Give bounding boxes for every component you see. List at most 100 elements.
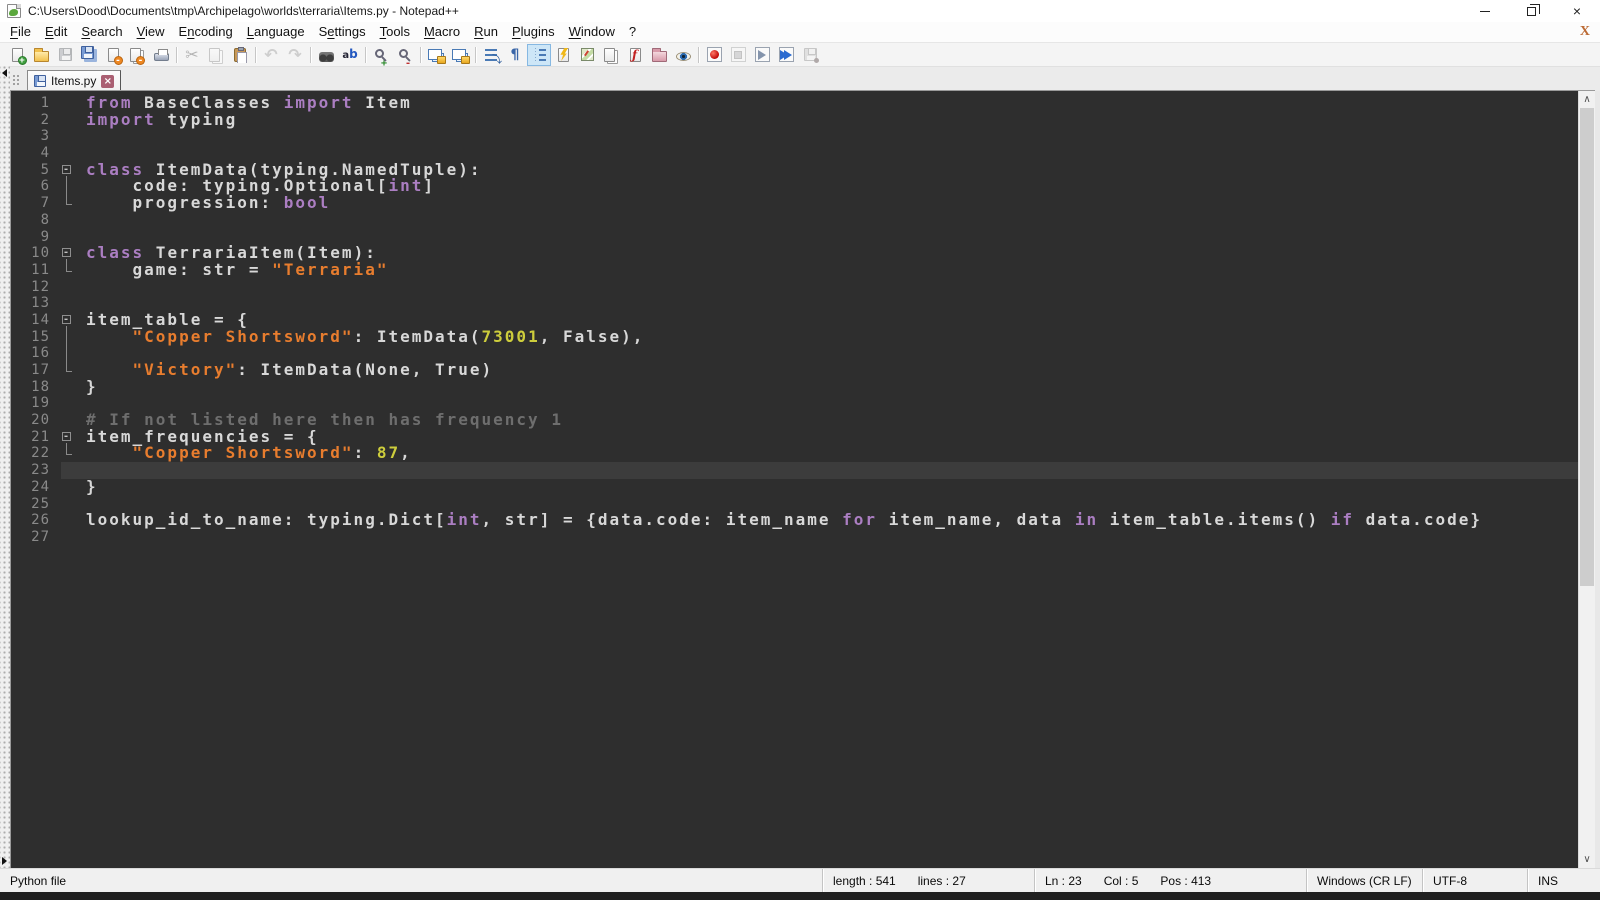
menu-tools[interactable]: Tools <box>373 22 417 42</box>
line-number: 4 <box>11 145 61 162</box>
tab-items.py[interactable]: Items.py× <box>27 70 121 91</box>
line-number: 19 <box>11 395 61 412</box>
code-line-17[interactable]: 17 "Victory": ItemData(None, True) <box>11 362 1578 379</box>
undo-button[interactable]: ↶ <box>259 44 283 66</box>
redo-button[interactable]: ↷ <box>283 44 307 66</box>
code-line-11[interactable]: 11 game: str = "Terraria" <box>11 262 1578 279</box>
scroll-up-icon[interactable]: ∧ <box>1579 91 1595 108</box>
menu-view[interactable]: View <box>130 22 172 42</box>
save-button[interactable] <box>53 44 77 66</box>
sync-vertical-scrolling-button[interactable] <box>424 44 448 66</box>
show-indent-guide-button[interactable] <box>527 44 551 66</box>
macro-run-multiple-button[interactable] <box>774 44 798 66</box>
macro-stop-button[interactable] <box>726 44 750 66</box>
code-text <box>75 395 86 412</box>
fold-margin <box>61 445 75 462</box>
find-button[interactable] <box>314 44 338 66</box>
line-number: 14 <box>11 312 61 329</box>
collapse-left-icon[interactable] <box>2 69 7 77</box>
fold-collapse-icon[interactable]: - <box>61 162 75 179</box>
code-text: lookup_id_to_name: typing.Dict[int, str]… <box>75 512 1482 529</box>
status-encoding: UTF-8 <box>1422 869 1527 892</box>
vertical-scrollbar[interactable]: ∧ ∨ <box>1578 91 1595 868</box>
monitoring-button[interactable] <box>671 44 695 66</box>
code-line-22[interactable]: 22 "Copper Shortsword": 87, <box>11 445 1578 462</box>
scrollbar-thumb[interactable] <box>1580 108 1594 586</box>
status-insert-mode[interactable]: INS <box>1527 869 1600 892</box>
menu-search[interactable]: Search <box>74 22 129 42</box>
menu-file[interactable]: File <box>3 22 38 42</box>
new-file-icon: + <box>8 46 26 63</box>
fold-margin <box>61 95 75 112</box>
code-line-15[interactable]: 15 "Copper Shortsword": ItemData(73001, … <box>11 329 1578 346</box>
line-number: 20 <box>11 412 61 429</box>
menu-window[interactable]: Window <box>562 22 622 42</box>
code-line-26[interactable]: 26lookup_id_to_name: typing.Dict[int, st… <box>11 512 1578 529</box>
line-number: 7 <box>11 195 61 212</box>
document-list-button[interactable] <box>599 44 623 66</box>
copy-button[interactable] <box>204 44 228 66</box>
close-all-button[interactable]: - <box>125 44 149 66</box>
dock-splitter[interactable] <box>0 66 10 868</box>
fold-collapse-icon[interactable]: - <box>61 429 75 446</box>
fold-margin <box>61 295 75 312</box>
paste-button[interactable] <box>228 44 252 66</box>
menu-settings[interactable]: Settings <box>312 22 373 42</box>
code-line-18[interactable]: 18} <box>11 379 1578 396</box>
cut-button[interactable]: ✂ <box>180 44 204 66</box>
menu-macro[interactable]: Macro <box>417 22 467 42</box>
document-list-icon <box>602 46 620 63</box>
scroll-down-icon[interactable]: ∨ <box>1579 851 1595 868</box>
expand-right-icon[interactable] <box>2 857 7 865</box>
code-text: game: str = "Terraria" <box>75 262 388 279</box>
macro-playback-button[interactable] <box>750 44 774 66</box>
code-line-27[interactable]: 27 <box>11 529 1578 546</box>
show-all-characters-icon: ¶ <box>506 46 524 63</box>
line-number: 1 <box>11 95 61 112</box>
macro-record-button[interactable] <box>702 44 726 66</box>
code-line-1[interactable]: 1from BaseClasses import Item <box>11 95 1578 112</box>
new-file-button[interactable]: + <box>5 44 29 66</box>
code-line-12[interactable]: 12 <box>11 279 1578 296</box>
code-line-8[interactable]: 8 <box>11 212 1578 229</box>
tab-bar-grip[interactable] <box>12 74 20 87</box>
save-all-button[interactable] <box>77 44 101 66</box>
close-button[interactable]: - <box>101 44 125 66</box>
menu-plugins[interactable]: Plugins <box>505 22 562 42</box>
show-all-characters-button[interactable]: ¶ <box>503 44 527 66</box>
define-language-button[interactable] <box>551 44 575 66</box>
menu-encoding[interactable]: Encoding <box>172 22 240 42</box>
sync-horizontal-scrolling-button[interactable] <box>448 44 472 66</box>
notepad-plus-plus-logo-icon <box>7 4 21 18</box>
code-line-2[interactable]: 2import typing <box>11 112 1578 129</box>
macro-save-button[interactable] <box>798 44 822 66</box>
close-document-icon[interactable]: X <box>1580 24 1590 40</box>
menu-language[interactable]: Language <box>240 22 312 42</box>
code-line-3[interactable]: 3 <box>11 128 1578 145</box>
print-button[interactable] <box>149 44 173 66</box>
open-icon <box>32 46 50 63</box>
document-map-button[interactable] <box>575 44 599 66</box>
open-button[interactable] <box>29 44 53 66</box>
word-wrap-button[interactable] <box>479 44 503 66</box>
code-line-7[interactable]: 7 progression: bool <box>11 195 1578 212</box>
function-list-button[interactable]: ƒ <box>623 44 647 66</box>
close-icon[interactable]: × <box>1554 0 1600 22</box>
menu-edit[interactable]: Edit <box>38 22 74 42</box>
code-editor[interactable]: 1from BaseClasses import Item2import typ… <box>11 91 1578 868</box>
tab-close-icon[interactable]: × <box>101 75 114 88</box>
replace-button[interactable]: ab <box>338 44 362 66</box>
code-line-24[interactable]: 24} <box>11 479 1578 496</box>
zoom-out-button[interactable]: - <box>393 44 417 66</box>
code-text <box>75 496 86 513</box>
line-number: 27 <box>11 529 61 546</box>
menu-run[interactable]: Run <box>467 22 505 42</box>
folder-as-workspace-button[interactable] <box>647 44 671 66</box>
zoom-in-button[interactable]: + <box>369 44 393 66</box>
restore-icon[interactable] <box>1508 0 1554 22</box>
code-line-23[interactable]: 23 <box>11 462 1578 479</box>
fold-collapse-icon[interactable]: - <box>61 245 75 262</box>
fold-collapse-icon[interactable]: - <box>61 312 75 329</box>
menu-help[interactable]: ? <box>622 22 643 42</box>
minimize-icon[interactable] <box>1462 0 1508 22</box>
